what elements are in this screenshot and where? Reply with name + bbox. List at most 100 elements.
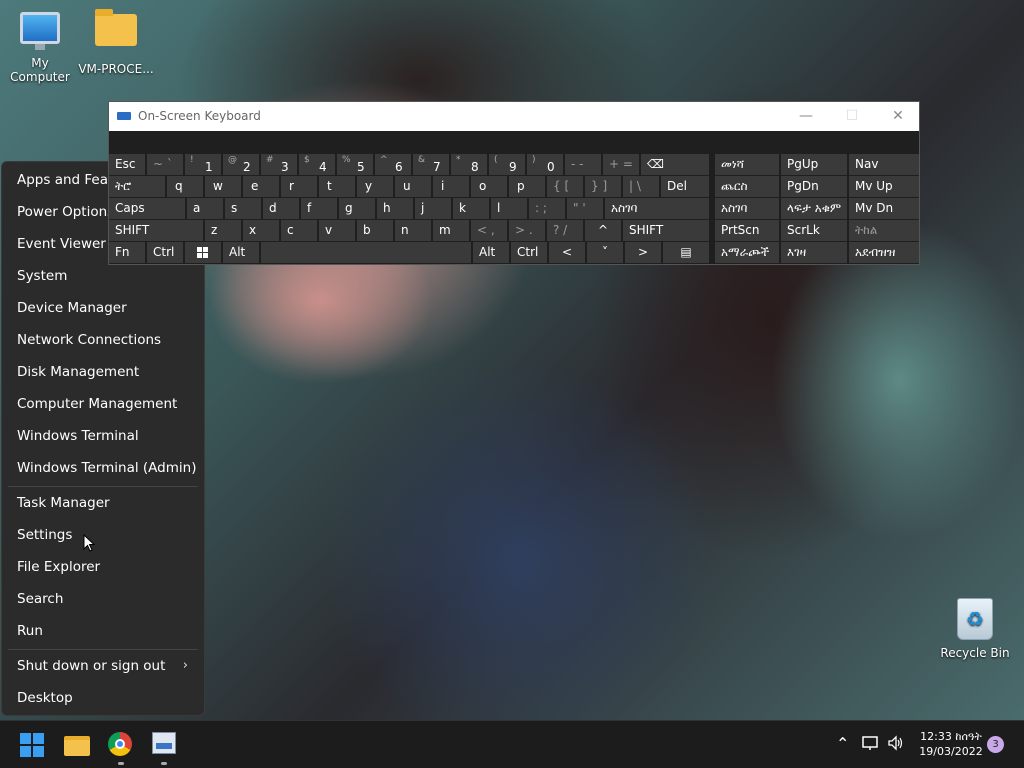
key-pause[interactable]: ላፍታ አቁም bbox=[781, 198, 847, 219]
network-icon[interactable] bbox=[862, 735, 880, 754]
key-slash[interactable]: ? / bbox=[547, 220, 583, 241]
key-h[interactable]: h bbox=[377, 198, 413, 219]
key-arrow-right[interactable]: > bbox=[625, 242, 661, 263]
key-arrow-left[interactable]: < bbox=[549, 242, 585, 263]
key-f[interactable]: f bbox=[301, 198, 337, 219]
key-windows[interactable] bbox=[185, 242, 221, 263]
key-right-bracket[interactable]: } ] bbox=[585, 176, 621, 197]
key-s[interactable]: s bbox=[225, 198, 261, 219]
key-tilde[interactable]: ~ ` bbox=[147, 154, 183, 175]
key-o[interactable]: o bbox=[471, 176, 507, 197]
key-t[interactable]: t bbox=[319, 176, 355, 197]
key-help[interactable]: እገዛ bbox=[781, 242, 847, 263]
close-button[interactable]: ✕ bbox=[875, 102, 921, 131]
menu-item-settings[interactable]: Settings bbox=[2, 520, 204, 550]
key-right-shift[interactable]: SHIFT bbox=[623, 220, 709, 241]
key-scroll-lock[interactable]: ScrLk bbox=[781, 220, 847, 241]
key-page-down[interactable]: PgDn bbox=[781, 176, 847, 197]
menu-item-search[interactable]: Search bbox=[2, 584, 204, 614]
key-right-alt[interactable]: Alt bbox=[473, 242, 509, 263]
key-quote[interactable]: " ' bbox=[567, 198, 603, 219]
key-arrow-down[interactable]: ˅ bbox=[587, 242, 623, 263]
notification-badge[interactable]: 3 bbox=[987, 736, 1004, 753]
key-u[interactable]: u bbox=[395, 176, 431, 197]
key-left-shift[interactable]: SHIFT bbox=[109, 220, 203, 241]
my-computer-desktop-icon[interactable]: My Computer bbox=[0, 12, 80, 84]
key-l[interactable]: l bbox=[491, 198, 527, 219]
key-9[interactable]: (9 bbox=[489, 154, 525, 175]
key-fade[interactable]: አደብዝዝ bbox=[849, 242, 919, 263]
key-backspace[interactable]: ⌫ bbox=[641, 154, 709, 175]
key-equals[interactable]: + = bbox=[603, 154, 639, 175]
osk-title-bar[interactable]: On-Screen Keyboard — ☐ ✕ bbox=[109, 102, 919, 131]
volume-icon[interactable] bbox=[887, 735, 905, 754]
key-x[interactable]: x bbox=[243, 220, 279, 241]
key-w[interactable]: w bbox=[205, 176, 241, 197]
taskbar-clock[interactable]: 12:33 ከሰዓት 19/03/2022 bbox=[916, 729, 986, 759]
key-tab[interactable]: ትሮ bbox=[109, 176, 165, 197]
key-a[interactable]: a bbox=[187, 198, 223, 219]
key-nav[interactable]: Nav bbox=[849, 154, 919, 175]
menu-item-desktop[interactable]: Desktop bbox=[2, 683, 204, 713]
menu-item-computer-management[interactable]: Computer Management bbox=[2, 389, 204, 419]
chrome-taskbar-button[interactable] bbox=[108, 732, 134, 758]
menu-item-windows-terminal[interactable]: Windows Terminal bbox=[2, 421, 204, 451]
key-backslash[interactable]: | \ bbox=[623, 176, 659, 197]
key-esc[interactable]: Esc bbox=[109, 154, 145, 175]
key-6[interactable]: ^ 6 bbox=[375, 154, 411, 175]
key-caps-lock[interactable]: Caps bbox=[109, 198, 185, 219]
key-y[interactable]: y bbox=[357, 176, 393, 197]
key-g[interactable]: g bbox=[339, 198, 375, 219]
menu-item-system[interactable]: System bbox=[2, 261, 204, 291]
menu-item-file-explorer[interactable]: File Explorer bbox=[2, 552, 204, 582]
key-q[interactable]: q bbox=[167, 176, 203, 197]
key-3[interactable]: #3 bbox=[261, 154, 297, 175]
key-semicolon[interactable]: : ; bbox=[529, 198, 565, 219]
file-explorer-taskbar-button[interactable] bbox=[64, 733, 90, 759]
key-5[interactable]: % 5 bbox=[337, 154, 373, 175]
key-fn[interactable]: Fn bbox=[109, 242, 145, 263]
key-right-ctrl[interactable]: Ctrl bbox=[511, 242, 547, 263]
key-8[interactable]: * 8 bbox=[451, 154, 487, 175]
key-delete[interactable]: Del bbox=[661, 176, 709, 197]
menu-item-task-manager[interactable]: Task Manager bbox=[2, 488, 204, 518]
key-0[interactable]: ) 0 bbox=[527, 154, 563, 175]
key-left-ctrl[interactable]: Ctrl bbox=[147, 242, 183, 263]
key-b[interactable]: b bbox=[357, 220, 393, 241]
key-j[interactable]: j bbox=[415, 198, 451, 219]
maximize-button[interactable]: ☐ bbox=[829, 102, 875, 131]
key-c[interactable]: c bbox=[281, 220, 317, 241]
key-m[interactable]: m bbox=[433, 220, 469, 241]
menu-item-network-connections[interactable]: Network Connections bbox=[2, 325, 204, 355]
key-context-menu[interactable]: ▤ bbox=[663, 242, 709, 263]
key-2[interactable]: @2 bbox=[223, 154, 259, 175]
recycle-bin-desktop-icon[interactable]: ♻ Recycle Bin bbox=[935, 598, 1015, 660]
key-4[interactable]: $4 bbox=[299, 154, 335, 175]
key-e[interactable]: e bbox=[243, 176, 279, 197]
key-end[interactable]: ጨርስ bbox=[715, 176, 779, 197]
key-1[interactable]: ! 1 bbox=[185, 154, 221, 175]
key-i[interactable]: i bbox=[433, 176, 469, 197]
menu-item-run[interactable]: Run bbox=[2, 616, 204, 646]
menu-item-device-manager[interactable]: Device Manager bbox=[2, 293, 204, 323]
key-r[interactable]: r bbox=[281, 176, 317, 197]
menu-item-disk-management[interactable]: Disk Management bbox=[2, 357, 204, 387]
key-d[interactable]: d bbox=[263, 198, 299, 219]
key-period[interactable]: > . bbox=[509, 220, 545, 241]
key-options[interactable]: አማራጮች bbox=[715, 242, 779, 263]
key-minus[interactable]: - - bbox=[565, 154, 601, 175]
key-left-bracket[interactable]: { [ bbox=[547, 176, 583, 197]
key-left-alt[interactable]: Alt bbox=[223, 242, 259, 263]
key-7[interactable]: & 7 bbox=[413, 154, 449, 175]
osk-taskbar-button[interactable] bbox=[152, 732, 178, 758]
key-move-down[interactable]: Mv Dn bbox=[849, 198, 919, 219]
key-print-screen[interactable]: PrtScn bbox=[715, 220, 779, 241]
key-k[interactable]: k bbox=[453, 198, 489, 219]
vm-folder-desktop-icon[interactable]: VM-PROCE... bbox=[76, 9, 156, 76]
key-n[interactable]: n bbox=[395, 220, 431, 241]
key-dock[interactable]: ትከል bbox=[849, 220, 919, 241]
key-insert[interactable]: አስገባ bbox=[715, 198, 779, 219]
minimize-button[interactable]: — bbox=[783, 102, 829, 131]
key-v[interactable]: v bbox=[319, 220, 355, 241]
menu-item-shut-down-or-sign-out[interactable]: Shut down or sign out › bbox=[2, 651, 204, 681]
